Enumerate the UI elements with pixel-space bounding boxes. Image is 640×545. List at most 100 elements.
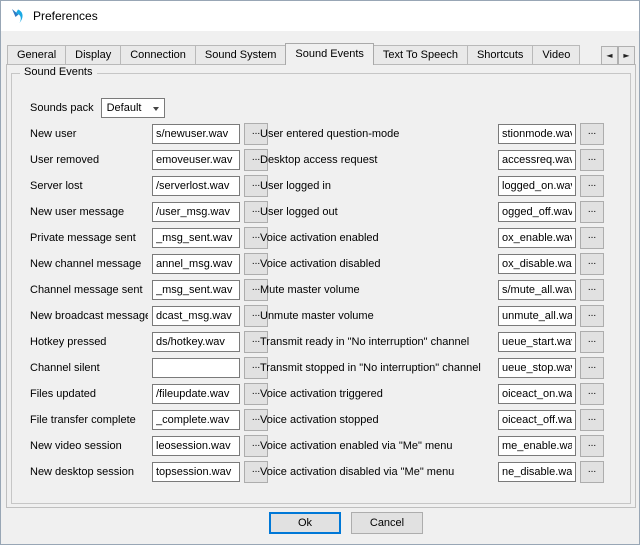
browse-button[interactable]: ... (580, 383, 604, 405)
event-label: Voice activation disabled (260, 258, 494, 270)
browse-button[interactable]: ... (580, 409, 604, 431)
browse-button[interactable]: ... (580, 149, 604, 171)
sound-file-input[interactable] (152, 410, 240, 430)
sound-file-input[interactable] (152, 358, 240, 378)
sound-file-input[interactable] (498, 150, 576, 170)
sound-file-input[interactable] (152, 150, 240, 170)
sound-file-input[interactable] (498, 228, 576, 248)
sounds-pack-select[interactable]: Default (101, 98, 165, 118)
sounds-pack-row: Sounds pack Default (30, 98, 165, 118)
tab-scroll-left-button[interactable]: ◄ (601, 46, 618, 65)
event-label: Voice activation stopped (260, 414, 494, 426)
groupbox-title: Sound Events (20, 66, 97, 78)
browse-button[interactable]: ... (580, 357, 604, 379)
browse-button[interactable]: ... (580, 331, 604, 353)
sound-file-input[interactable] (152, 462, 240, 482)
sound-file-input[interactable] (498, 176, 576, 196)
tab-page-sound-events: Sound Events Sounds pack Default New use… (6, 64, 636, 508)
event-label: Server lost (30, 180, 148, 192)
sound-event-row: Voice activation enabled... (260, 225, 604, 251)
sound-file-input[interactable] (152, 436, 240, 456)
event-label: Desktop access request (260, 154, 494, 166)
event-label: New broadcast message (30, 310, 148, 322)
browse-button[interactable]: ... (580, 279, 604, 301)
tab-connection[interactable]: Connection (120, 45, 196, 65)
sound-file-input[interactable] (498, 254, 576, 274)
tab-scroll-right-button[interactable]: ► (618, 46, 635, 65)
browse-button[interactable]: ... (580, 201, 604, 223)
tab-shortcuts[interactable]: Shortcuts (467, 45, 533, 65)
event-label: New video session (30, 440, 148, 452)
sound-event-row: Voice activation enabled via "Me" menu..… (260, 433, 604, 459)
sound-file-input[interactable] (498, 306, 576, 326)
sound-file-input[interactable] (152, 384, 240, 404)
sound-file-input[interactable] (498, 384, 576, 404)
tab-general[interactable]: General (7, 45, 66, 65)
browse-button[interactable]: ... (580, 227, 604, 249)
browse-button[interactable]: ... (580, 461, 604, 483)
sound-event-row: Desktop access request... (260, 147, 604, 173)
event-label: Transmit ready in "No interruption" chan… (260, 336, 494, 348)
sound-file-input[interactable] (152, 176, 240, 196)
sound-event-row: Channel message sent... (30, 277, 278, 303)
sound-events-groupbox: Sound Events Sounds pack Default New use… (11, 73, 631, 504)
sound-file-input[interactable] (152, 332, 240, 352)
event-label: New desktop session (30, 466, 148, 478)
sound-event-row: Hotkey pressed... (30, 329, 278, 355)
cancel-button[interactable]: Cancel (351, 512, 423, 534)
sound-event-row: Unmute master volume... (260, 303, 604, 329)
sound-event-row: New video session... (30, 433, 278, 459)
sound-event-row: User entered question-mode... (260, 121, 604, 147)
event-label: Voice activation triggered (260, 388, 494, 400)
event-label: Unmute master volume (260, 310, 494, 322)
sound-event-row: Mute master volume... (260, 277, 604, 303)
event-label: User removed (30, 154, 148, 166)
browse-button[interactable]: ... (580, 305, 604, 327)
event-label: File transfer complete (30, 414, 148, 426)
sound-file-input[interactable] (498, 462, 576, 482)
browse-button[interactable]: ... (580, 175, 604, 197)
tab-sound-system[interactable]: Sound System (195, 45, 287, 65)
tab-video[interactable]: Video (532, 45, 580, 65)
sound-file-input[interactable] (498, 436, 576, 456)
sound-file-input[interactable] (498, 124, 576, 144)
preferences-dialog: Preferences GeneralDisplayConnectionSoun… (0, 0, 640, 545)
event-label: Channel message sent (30, 284, 148, 296)
event-label: Private message sent (30, 232, 148, 244)
sound-file-input[interactable] (498, 280, 576, 300)
tab-text-to-speech[interactable]: Text To Speech (373, 45, 468, 65)
sound-event-row: New broadcast message... (30, 303, 278, 329)
sound-event-row: Voice activation disabled via "Me" menu.… (260, 459, 604, 485)
event-label: Voice activation enabled via "Me" menu (260, 440, 494, 452)
sound-file-input[interactable] (152, 202, 240, 222)
chevron-down-icon (153, 107, 159, 111)
sound-event-row: User removed... (30, 147, 278, 173)
sounds-pack-value: Default (107, 102, 142, 114)
ok-button[interactable]: Ok (269, 512, 341, 534)
tab-sound-events[interactable]: Sound Events (285, 43, 374, 65)
sound-event-row: File transfer complete... (30, 407, 278, 433)
tab-bar: GeneralDisplayConnectionSound SystemSoun… (7, 43, 635, 65)
sound-file-input[interactable] (152, 254, 240, 274)
sound-events-column-right: User entered question-mode...Desktop acc… (260, 121, 604, 485)
app-icon (10, 8, 26, 24)
browse-button[interactable]: ... (580, 253, 604, 275)
event-label: Hotkey pressed (30, 336, 148, 348)
event-label: User logged in (260, 180, 494, 192)
sound-file-input[interactable] (152, 124, 240, 144)
sound-event-row: Transmit ready in "No interruption" chan… (260, 329, 604, 355)
sound-file-input[interactable] (152, 280, 240, 300)
sound-file-input[interactable] (498, 332, 576, 352)
event-label: Channel silent (30, 362, 148, 374)
sound-file-input[interactable] (498, 410, 576, 430)
title-bar[interactable]: Preferences (1, 1, 639, 31)
event-label: Files updated (30, 388, 148, 400)
browse-button[interactable]: ... (580, 123, 604, 145)
sound-file-input[interactable] (498, 358, 576, 378)
sound-file-input[interactable] (152, 228, 240, 248)
browse-button[interactable]: ... (580, 435, 604, 457)
event-label: Voice activation disabled via "Me" menu (260, 466, 494, 478)
sound-file-input[interactable] (152, 306, 240, 326)
sound-file-input[interactable] (498, 202, 576, 222)
tab-display[interactable]: Display (65, 45, 121, 65)
